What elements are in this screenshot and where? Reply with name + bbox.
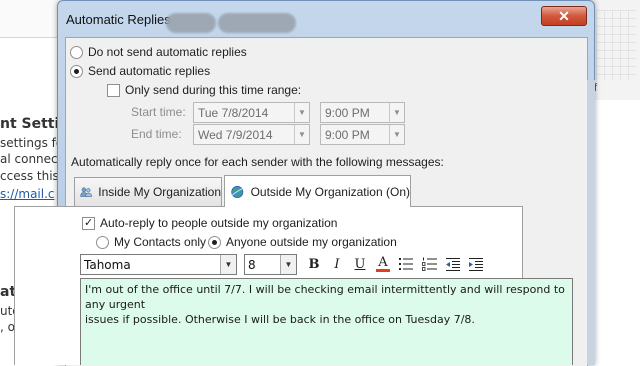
background-text-line: settings fo [0, 136, 64, 150]
tab-outside-organization-label: Outside My Organization (On) [250, 184, 410, 199]
end-time-picker[interactable]: 9:00 PM ▼ [320, 124, 405, 145]
start-date-picker[interactable]: Tue 7/8/2014 ▼ [193, 102, 310, 123]
reply-once-label: Automatically reply once for each sender… [71, 155, 444, 169]
font-name-select[interactable]: Tahoma ▼ [80, 254, 237, 275]
dialog-right-edge [587, 80, 595, 365]
background-calendar-grid [596, 10, 636, 80]
auto-reply-outside-option[interactable]: Auto-reply to people outside my organiza… [82, 216, 337, 230]
auto-reply-outside-checkbox[interactable] [82, 216, 95, 230]
send-replies-radio[interactable] [70, 64, 83, 78]
start-time-value: 9:00 PM [325, 105, 370, 120]
contacts-only-option[interactable]: My Contacts only [96, 235, 206, 249]
no-replies-label: Do not send automatic replies [88, 45, 247, 59]
font-size-select[interactable]: 8 ▼ [244, 254, 297, 275]
end-date-value: Wed 7/9/2014 [198, 127, 273, 142]
bullet-list-button[interactable] [396, 254, 416, 274]
chevron-down-icon[interactable]: ▼ [389, 103, 404, 122]
background-url-link[interactable]: s://mail.c [0, 187, 55, 201]
dialog-titlebar[interactable]: Automatic Replies ✕ [58, 1, 594, 35]
font-color-button[interactable]: A [373, 254, 393, 274]
redacted-account-name [166, 13, 216, 33]
tab-inside-organization-label: Inside My Organization [98, 185, 221, 199]
chevron-down-icon[interactable]: ▼ [294, 125, 309, 144]
increase-indent-button[interactable] [466, 254, 486, 274]
end-time-value: 9:00 PM [325, 127, 370, 142]
close-button[interactable]: ✕ [541, 6, 587, 26]
contacts-only-label: My Contacts only [114, 235, 207, 249]
numbered-list-icon [422, 257, 437, 271]
anyone-outside-radio[interactable] [208, 235, 221, 249]
background-text-line: al connect [0, 152, 63, 166]
people-icon [80, 187, 92, 197]
decrease-indent-button[interactable] [443, 254, 463, 274]
italic-button[interactable]: I [327, 254, 347, 274]
chevron-down-icon[interactable]: ▼ [294, 103, 309, 122]
auto-reply-outside-label: Auto-reply to people outside my organiza… [100, 216, 338, 230]
chevron-down-icon[interactable]: ▼ [389, 125, 404, 144]
start-time-label: Start time: [131, 105, 186, 119]
globe-icon [231, 185, 245, 198]
decrease-indent-icon [446, 258, 460, 271]
bold-button[interactable]: B [304, 254, 324, 274]
send-replies-label: Send automatic replies [88, 64, 211, 78]
start-date-value: Tue 7/8/2014 [198, 105, 269, 120]
chevron-down-icon[interactable]: ▼ [280, 255, 296, 274]
time-range-option[interactable]: Only send during this time range: [107, 83, 301, 97]
anyone-outside-option[interactable]: Anyone outside my organization [208, 235, 397, 249]
font-size-value: 8 [248, 257, 256, 272]
tab-inside-organization[interactable]: Inside My Organization [74, 177, 222, 206]
font-color-letter: A [378, 254, 388, 270]
reply-message-editor[interactable]: I'm out of the office until 7/7. I will … [80, 278, 573, 365]
close-icon: ✕ [558, 7, 570, 24]
chevron-down-icon[interactable]: ▼ [220, 255, 236, 274]
underline-button[interactable]: U [350, 254, 370, 274]
start-time-picker[interactable]: 9:00 PM ▼ [320, 102, 405, 123]
end-date-picker[interactable]: Wed 7/9/2014 ▼ [193, 124, 310, 145]
font-name-value: Tahoma [84, 257, 131, 272]
anyone-outside-label: Anyone outside my organization [226, 235, 397, 249]
tab-outside-organization[interactable]: Outside My Organization (On) [224, 175, 411, 207]
time-range-checkbox[interactable] [107, 83, 120, 97]
end-time-label: End time: [131, 127, 182, 141]
no-replies-option[interactable]: Do not send automatic replies [70, 45, 247, 59]
redacted-account-name [218, 13, 296, 33]
send-replies-option[interactable]: Send automatic replies [70, 64, 210, 78]
numbered-list-button[interactable] [420, 254, 440, 274]
font-color-swatch [376, 268, 390, 272]
no-replies-radio[interactable] [70, 45, 83, 59]
time-range-label: Only send during this time range: [125, 83, 302, 97]
increase-indent-icon [469, 258, 483, 271]
dialog-title: Automatic Replies [66, 12, 171, 27]
bullet-list-icon [399, 258, 413, 270]
contacts-only-radio[interactable] [96, 235, 109, 249]
